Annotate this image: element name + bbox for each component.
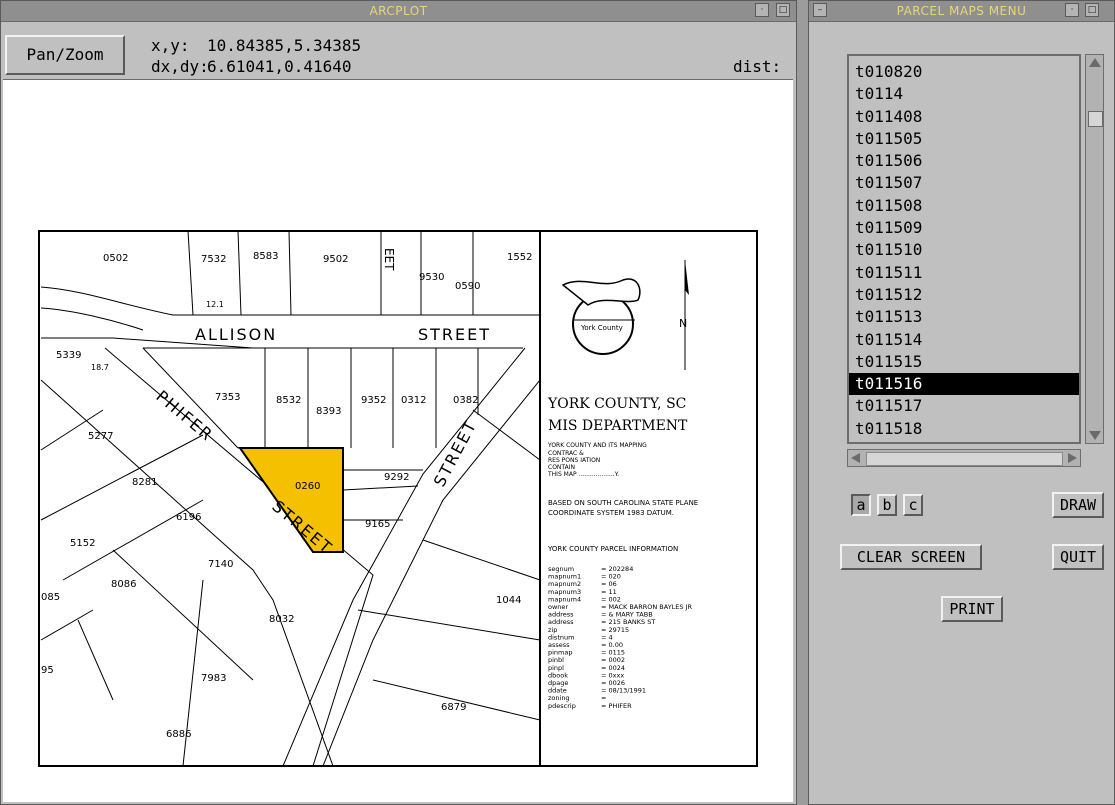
svg-text:York County: York County — [580, 324, 623, 332]
parcel-number: 7532 — [201, 254, 226, 265]
dxdy-label: dx,dy: — [151, 57, 209, 76]
list-item[interactable]: t011508 — [849, 195, 1079, 217]
parcel-map-svg[interactable]: ALLISON STREET PHIFER STREET STREET EET … — [3, 80, 793, 802]
parcel-number: 8086 — [111, 579, 136, 590]
disclaimer-line: CONTAIN — [548, 464, 575, 471]
parcel-number: 0260 — [295, 481, 320, 492]
scroll-down-arrow-icon[interactable] — [1089, 431, 1101, 440]
menu-titlebar[interactable]: – PARCEL MAPS MENU · □ — [809, 1, 1114, 22]
legend-county: YORK COUNTY, SC — [547, 396, 686, 412]
parcel-number: 9502 — [323, 254, 348, 265]
street-label-allison: ALLISON — [195, 325, 277, 344]
parcel-number: 0502 — [103, 253, 128, 264]
parcel-number: 8393 — [316, 406, 341, 417]
parcel-number: 1552 — [507, 252, 532, 263]
parcel-number: 5339 — [56, 350, 81, 361]
dxdy-value: 6.61041,0.41640 — [207, 57, 352, 76]
parcel-number: 0590 — [455, 281, 480, 292]
list-item[interactable]: t011507 — [849, 172, 1079, 194]
parcel-number: 95 — [41, 665, 54, 676]
arcplot-title: ARCPLOT — [369, 4, 428, 18]
parcel-number: 0312 — [401, 395, 426, 406]
parcel-number: 0382 — [453, 395, 478, 406]
clear-screen-button[interactable]: CLEAR SCREEN — [840, 544, 982, 570]
toggle-a[interactable]: a — [851, 494, 871, 516]
parcel-number: 9530 — [419, 272, 444, 283]
list-item[interactable]: t011511 — [849, 262, 1079, 284]
list-item[interactable]: t011515 — [849, 351, 1079, 373]
list-item[interactable]: t010820 — [849, 61, 1079, 83]
list-item[interactable]: t011408 — [849, 106, 1079, 128]
minimize-icon[interactable]: · — [1065, 3, 1079, 17]
disclaimer-line: YORK COUNTY AND ITS MAPPING — [547, 442, 647, 449]
parcel-number: 7140 — [208, 559, 233, 570]
scroll-left-arrow-icon[interactable] — [851, 453, 860, 463]
pan-zoom-button[interactable]: Pan/Zoom — [5, 35, 125, 75]
parcel-number: 6879 — [441, 702, 466, 713]
list-item[interactable]: t011514 — [849, 329, 1079, 351]
scroll-right-arrow-icon[interactable] — [1068, 453, 1077, 463]
arcplot-window: ARCPLOT · □ Pan/Zoom x,y: 10.84385,5.343… — [0, 0, 797, 805]
xy-label: x,y: — [151, 36, 190, 55]
quit-button[interactable]: QUIT — [1052, 544, 1104, 570]
disclaimer-line: THIS MAP ...................Y. — [547, 471, 619, 478]
parcel-number: 7983 — [201, 673, 226, 684]
parcel-number: 8532 — [276, 395, 301, 406]
maximize-icon[interactable]: □ — [776, 3, 790, 17]
map-canvas[interactable]: ALLISON STREET PHIFER STREET STREET EET … — [3, 79, 793, 802]
list-item[interactable]: t011506 — [849, 150, 1079, 172]
parcel-number: 7353 — [215, 392, 240, 403]
list-item[interactable]: t011512 — [849, 284, 1079, 306]
parcel-map-list[interactable]: t010820 t0114 t011408 t011505 t011506 t011507… — [847, 54, 1081, 444]
legend-info-title: YORK COUNTY PARCEL INFORMATION — [547, 545, 678, 553]
list-item[interactable]: t011516 — [849, 373, 1079, 396]
hscroll-thumb[interactable] — [866, 452, 1063, 466]
parcel-number: 8032 — [269, 614, 294, 625]
parcel-number: 18.7 — [91, 363, 109, 372]
legend-datum-2: COORDINATE SYSTEM 1983 DATUM. — [548, 509, 674, 517]
legend-dept: MIS DEPARTMENT — [548, 418, 688, 434]
list-item[interactable]: t011518 — [849, 418, 1079, 440]
parcel-number: 9352 — [361, 395, 386, 406]
parcel-number: 085 — [41, 592, 60, 603]
parcel-number: 1044 — [496, 595, 521, 606]
legend-datum-1: BASED ON SOUTH CAROLINA STATE PLANE — [548, 499, 698, 507]
field-key: pdescrip — [548, 702, 576, 710]
scroll-thumb[interactable] — [1088, 111, 1103, 127]
arcplot-titlebar[interactable]: ARCPLOT · □ — [1, 1, 796, 22]
disclaimer-line: CONTRAC & — [548, 450, 584, 457]
scroll-up-arrow-icon[interactable] — [1089, 58, 1101, 67]
parcel-number: 8281 — [132, 477, 157, 488]
dist-label: dist: — [733, 57, 782, 76]
window-menu-icon[interactable]: · — [755, 3, 769, 17]
list-item[interactable]: t011509 — [849, 217, 1079, 239]
list-item[interactable]: t011505 — [849, 128, 1079, 150]
list-item[interactable]: t011513 — [849, 306, 1079, 328]
svg-text:N: N — [679, 317, 687, 330]
parcel-number: 8583 — [253, 251, 278, 262]
parcel-number: 6886 — [166, 729, 191, 740]
maximize-icon[interactable]: □ — [1085, 3, 1099, 17]
list-vertical-scrollbar[interactable] — [1085, 54, 1104, 444]
field-value: = 08/13/1991 — [601, 687, 646, 695]
list-horizontal-scrollbar[interactable] — [847, 449, 1081, 467]
xy-value: 10.84385,5.34385 — [207, 36, 362, 55]
toggle-b[interactable]: b — [877, 494, 897, 516]
field-value: = PHIFER — [601, 702, 632, 710]
list-item[interactable]: t011510 — [849, 239, 1079, 261]
parcel-number: 12.1 — [206, 300, 224, 309]
parcel-number: 9165 — [365, 519, 390, 530]
list-item[interactable]: t011517 — [849, 395, 1079, 417]
street-label-street-top: STREET — [418, 325, 491, 344]
parcel-number: 5277 — [88, 431, 113, 442]
parcel-number: 5152 — [70, 538, 95, 549]
toggle-c[interactable]: c — [903, 494, 923, 516]
parcel-number: 6196 — [176, 512, 201, 523]
list-item[interactable]: t0114 — [849, 83, 1079, 105]
draw-button[interactable]: DRAW — [1052, 492, 1104, 518]
print-button[interactable]: PRINT — [941, 596, 1003, 622]
disclaimer-line: RES PONS IATION — [548, 457, 600, 464]
parcel-number: 9292 — [384, 472, 409, 483]
street-label-eet: EET — [382, 248, 396, 271]
